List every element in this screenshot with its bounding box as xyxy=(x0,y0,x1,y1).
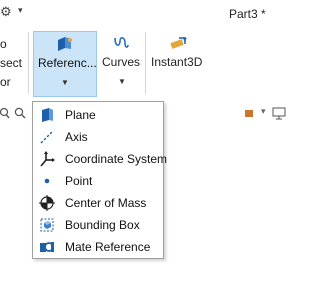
title-bar: ⚙ ▾ Part3 * xyxy=(0,0,295,28)
axis-icon xyxy=(40,130,54,144)
partial-command-label-2[interactable]: sect xyxy=(0,56,22,70)
chevron-down-icon[interactable]: ▾ xyxy=(18,5,23,16)
menu-item-label: Center of Mass xyxy=(65,196,147,210)
curves-label: Curves xyxy=(102,55,141,69)
chevron-down-icon[interactable]: ▼ xyxy=(61,78,69,87)
plane-icon xyxy=(42,108,53,122)
menu-item-label: Coordinate System xyxy=(65,152,168,166)
ribbon-separator xyxy=(145,32,146,94)
reference-geometry-button[interactable]: Referenc... ▼ xyxy=(33,31,97,97)
mate-reference-icon xyxy=(40,242,54,252)
zoom-to-area-icon[interactable] xyxy=(14,107,26,119)
zoom-to-fit-icon[interactable] xyxy=(0,107,10,119)
gear-icon[interactable]: ⚙ xyxy=(0,4,14,20)
chevron-down-icon[interactable]: ▾ xyxy=(261,106,266,117)
reference-geometry-label: Referenc... xyxy=(38,56,97,70)
instant3d-button[interactable]: Instant3D xyxy=(147,31,209,81)
menu-item-label: Mate Reference xyxy=(65,240,151,254)
menu-item-mate-reference[interactable]: Mate Reference xyxy=(33,236,163,258)
menu-item-bounding-box[interactable]: Bounding Box xyxy=(33,214,163,236)
partial-command-label-1[interactable]: o xyxy=(0,37,7,51)
menu-item-label: Plane xyxy=(65,108,96,122)
menu-item-label: Bounding Box xyxy=(65,218,140,232)
document-title: Part3 * xyxy=(229,7,266,21)
bounding-box-icon xyxy=(40,218,54,232)
menu-item-point[interactable]: Point xyxy=(33,170,163,192)
curves-button[interactable]: Curves ▼ xyxy=(98,31,144,97)
menu-item-label: Point xyxy=(65,174,93,188)
ribbon-separator xyxy=(28,32,29,94)
coordinate-system-icon xyxy=(40,151,55,167)
menu-item-coordinate-system[interactable]: Coordinate System xyxy=(33,148,167,170)
reference-geometry-menu: Plane Axis Coordinate System Point Cente… xyxy=(32,101,167,259)
curves-icon xyxy=(114,37,129,48)
menu-item-plane[interactable]: Plane xyxy=(33,104,163,126)
view-settings-icon[interactable] xyxy=(272,107,286,120)
chevron-down-icon[interactable]: ▼ xyxy=(118,77,126,86)
point-icon xyxy=(44,178,50,184)
instant3d-icon xyxy=(170,37,187,49)
display-style-icon[interactable] xyxy=(244,107,254,119)
partial-command-label-3[interactable]: or xyxy=(0,75,11,89)
menu-item-axis[interactable]: Axis xyxy=(33,126,163,148)
menu-item-center-of-mass[interactable]: Center of Mass xyxy=(33,192,163,214)
menu-item-label: Axis xyxy=(65,130,88,144)
instant3d-label: Instant3D xyxy=(151,55,203,69)
reference-geometry-icon xyxy=(58,37,72,51)
center-of-mass-icon xyxy=(39,195,55,211)
